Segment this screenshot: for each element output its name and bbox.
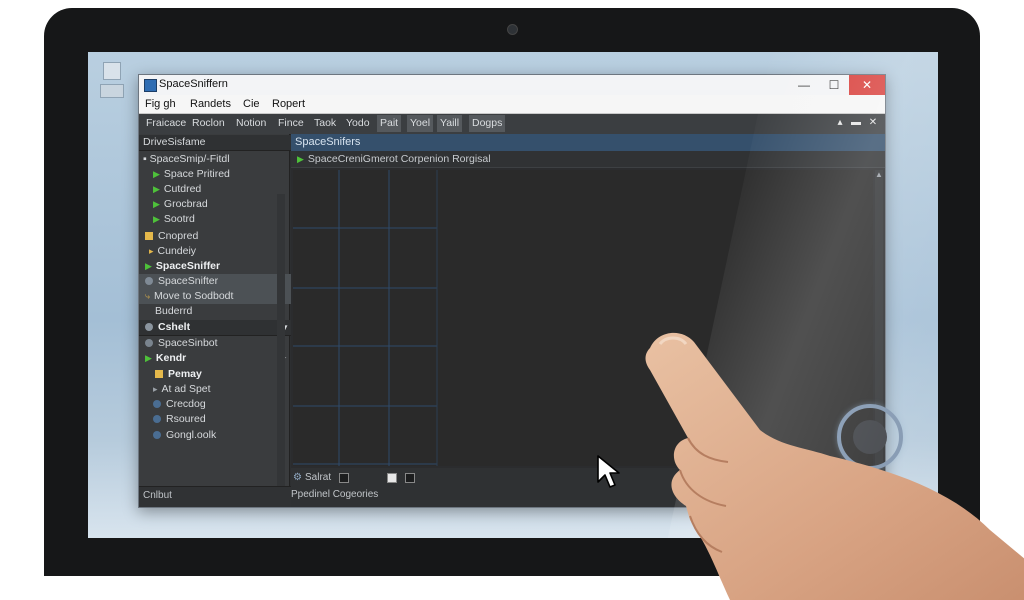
drive-icon bbox=[153, 400, 161, 409]
drive-icon bbox=[153, 415, 161, 424]
play-arrow-icon[interactable]: ▶ bbox=[297, 154, 304, 164]
panel-minimize-icon[interactable]: ▬ bbox=[849, 116, 863, 130]
sidebar-header: DriveSisfame bbox=[139, 135, 291, 151]
desktop-icon[interactable] bbox=[100, 62, 124, 102]
panel-close-icon[interactable]: ✕ bbox=[866, 116, 880, 130]
drive-icon bbox=[145, 339, 153, 348]
webcam bbox=[507, 24, 518, 35]
tree-item-selected[interactable]: SpaceSnifter bbox=[139, 274, 293, 289]
toolbar-item-9[interactable]: Yaill bbox=[437, 115, 463, 132]
tree-group[interactable]: Cshelt ▼ bbox=[139, 320, 293, 336]
tree-item[interactable]: SpaceSinbot bbox=[139, 336, 293, 351]
move-icon: ⤷ bbox=[145, 291, 151, 301]
drive-icon bbox=[153, 431, 161, 440]
toolbar-item-1[interactable]: Fraicace bbox=[143, 115, 189, 132]
checkbox[interactable] bbox=[339, 473, 349, 483]
toolbar-item-4[interactable]: Fince bbox=[275, 115, 307, 132]
tree-item[interactable]: ▸ Cundeiy bbox=[139, 244, 297, 259]
sidebar-tree: DriveSisfame ▪ SpaceSmip/-Fitdl ▶ Space P… bbox=[139, 134, 293, 507]
menu-item-file[interactable]: Fig gh bbox=[145, 98, 176, 110]
toolbar: Fraicace Roclon Notion Fince Taok Yodo P… bbox=[139, 114, 885, 135]
tree-item[interactable]: ▪ SpaceSmip/-Fitdl bbox=[139, 152, 291, 167]
tree-item[interactable]: ▶Kendr✦ bbox=[139, 351, 293, 366]
play-arrow-icon: ▶ bbox=[153, 199, 160, 209]
close-button[interactable]: ✕ bbox=[849, 75, 885, 95]
play-arrow-icon: ▶ bbox=[145, 261, 152, 271]
play-arrow-icon: ▶ bbox=[153, 214, 160, 224]
toolbar-item-2[interactable]: Roclon bbox=[189, 115, 228, 132]
play-arrow-icon: ▶ bbox=[153, 184, 160, 194]
drive-icon bbox=[145, 323, 153, 332]
menu-item-edit[interactable]: Randets bbox=[190, 98, 231, 110]
folder-icon bbox=[155, 370, 163, 379]
toolbar-item-5[interactable]: Taok bbox=[311, 115, 339, 132]
toolbar-item-8[interactable]: Yoel bbox=[407, 115, 434, 132]
status-label: Ppedinel Cogeories bbox=[291, 489, 379, 500]
panel-header: SpaceSnifers bbox=[291, 134, 885, 151]
toolbar-item-10[interactable]: Dogps bbox=[469, 115, 506, 132]
title-bar[interactable]: SpaceSniffern — ☐ ✕ bbox=[139, 75, 885, 95]
maximize-button[interactable]: ☐ bbox=[819, 75, 849, 95]
panel-subheader: ▶ SpaceCreniGmerot Corpenion Rorgisal bbox=[291, 151, 885, 168]
menu-item-view[interactable]: Cie bbox=[243, 98, 260, 110]
play-arrow-icon: ▶ bbox=[145, 353, 152, 363]
folder-icon bbox=[145, 232, 153, 241]
sidebar-footer: Cnlbut bbox=[139, 486, 291, 507]
toolbar-item-7[interactable]: Pait bbox=[377, 115, 402, 132]
pin-icon[interactable]: ▴ bbox=[833, 116, 847, 130]
app-icon bbox=[144, 79, 157, 92]
checkbox[interactable] bbox=[405, 473, 415, 483]
window-title: SpaceSniffern bbox=[159, 78, 228, 90]
menu-item-report[interactable]: Ropert bbox=[272, 98, 305, 110]
tree-item[interactable]: ▶ Space Pritired bbox=[139, 167, 301, 182]
expander-icon[interactable]: ▪ bbox=[143, 153, 150, 165]
sidebar-scrollbar[interactable] bbox=[277, 194, 285, 494]
status-label: Salrat bbox=[305, 472, 332, 483]
path-label: SpaceCreniGmerot Corpenion Rorgisal bbox=[307, 153, 491, 165]
tree-item[interactable]: ▶ SpaceSniffer bbox=[139, 259, 293, 274]
small-arrow-icon: ▸ bbox=[153, 384, 158, 394]
toolbar-item-3[interactable]: Notion bbox=[233, 115, 269, 132]
play-arrow-icon: ▶ bbox=[153, 169, 160, 179]
tree-item[interactable]: ⤷ Move to Sodbodt bbox=[139, 289, 293, 304]
small-arrow-icon: ▸ bbox=[149, 246, 154, 256]
hand-image bbox=[645, 333, 1024, 600]
toolbar-item-6[interactable]: Yodo bbox=[343, 115, 373, 132]
checkbox[interactable] bbox=[387, 473, 397, 483]
menu-bar: Fig gh Randets Cie Ropert bbox=[139, 95, 885, 114]
drive-icon bbox=[145, 277, 153, 286]
mouse-pointer-icon bbox=[597, 455, 620, 488]
scroll-up-icon[interactable]: ▲ bbox=[875, 170, 883, 179]
minimize-button[interactable]: — bbox=[789, 75, 819, 95]
tree-item[interactable]: Cnopred bbox=[139, 229, 293, 244]
gear-icon[interactable]: ⚙ bbox=[293, 472, 302, 483]
